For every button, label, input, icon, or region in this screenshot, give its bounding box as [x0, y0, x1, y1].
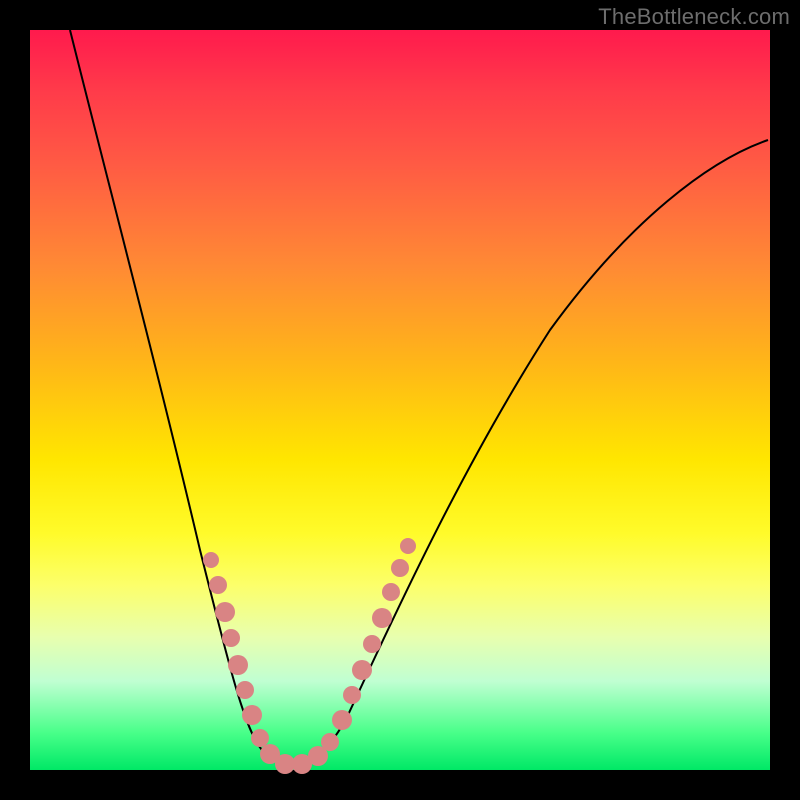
- data-point: [400, 538, 416, 554]
- data-point: [332, 710, 352, 730]
- data-point: [242, 705, 262, 725]
- watermark-text: TheBottleneck.com: [598, 4, 790, 30]
- data-point: [209, 576, 227, 594]
- chart-svg: [30, 30, 770, 770]
- data-point: [372, 608, 392, 628]
- data-point: [382, 583, 400, 601]
- data-point: [391, 559, 409, 577]
- data-point: [321, 733, 339, 751]
- data-point: [228, 655, 248, 675]
- data-point: [352, 660, 372, 680]
- data-point: [343, 686, 361, 704]
- data-point: [222, 629, 240, 647]
- curve-left: [70, 30, 295, 765]
- data-point: [363, 635, 381, 653]
- data-point: [215, 602, 235, 622]
- chart-frame: [30, 30, 770, 770]
- data-point: [251, 729, 269, 747]
- data-point: [203, 552, 219, 568]
- data-point: [236, 681, 254, 699]
- data-points-group: [203, 538, 416, 774]
